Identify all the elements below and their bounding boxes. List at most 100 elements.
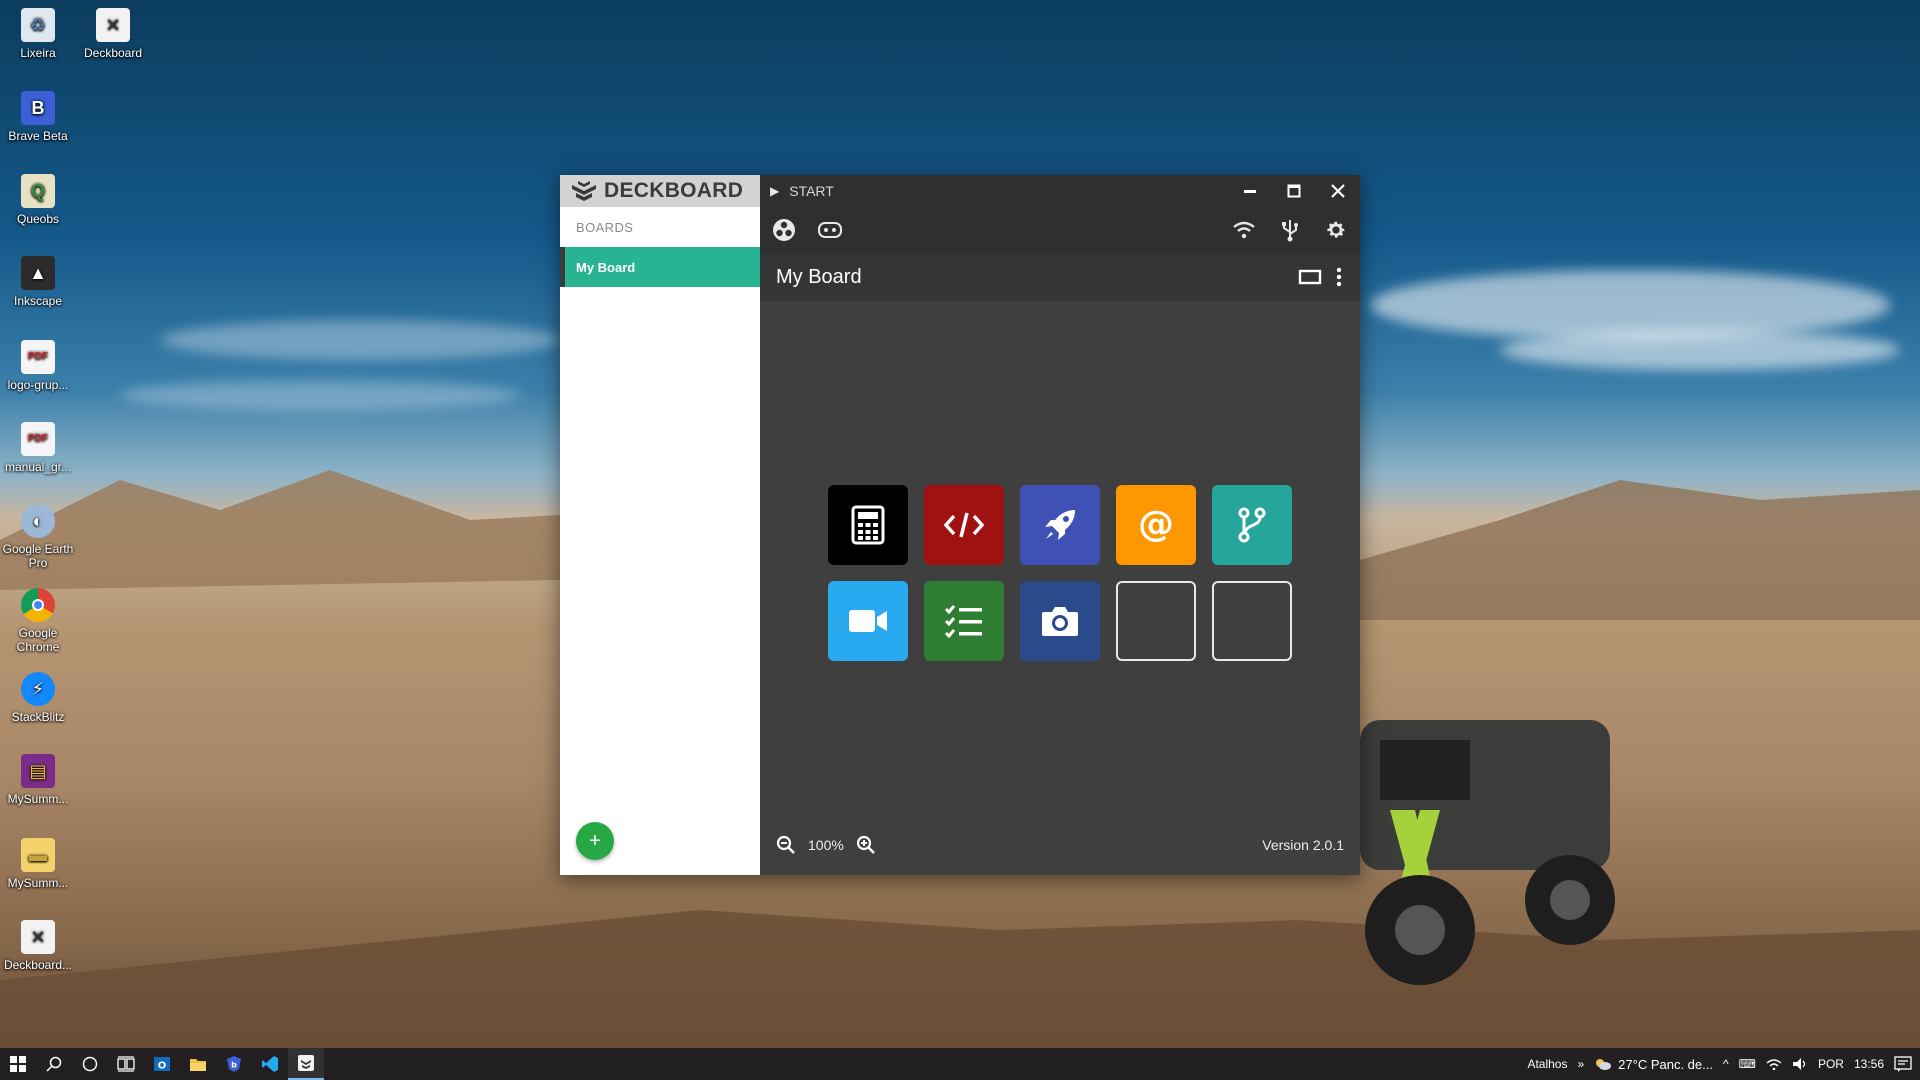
desktop-icon-brave[interactable]: B Brave Beta xyxy=(0,91,76,143)
winrar-icon: ▤ xyxy=(21,754,55,788)
brave-icon: B xyxy=(21,91,55,125)
stackblitz-icon: ⚡ xyxy=(21,672,55,706)
settings-button[interactable] xyxy=(1322,216,1350,244)
board-button-code[interactable] xyxy=(924,485,1004,565)
desktop-icon-queobs[interactable]: Q Queobs xyxy=(0,174,76,226)
desktop-icon-logo-pdf[interactable]: PDF logo-grup... xyxy=(0,340,76,392)
notifications-icon[interactable] xyxy=(1894,1056,1912,1072)
rocky-ground xyxy=(0,910,1920,1050)
desktop-icon-recycle-bin[interactable]: ♻ Lixeira xyxy=(0,8,76,60)
folder-icon xyxy=(190,1059,206,1071)
brand-name: DECKBOARD xyxy=(604,179,744,202)
wifi-signal-icon xyxy=(1233,221,1255,239)
vscode-icon xyxy=(262,1056,278,1072)
board-header-actions xyxy=(1298,267,1360,287)
desktop-icon-inkscape[interactable]: ▲ Inkscape xyxy=(0,256,76,308)
more-vert-icon[interactable] xyxy=(1336,267,1342,287)
pdf-icon: PDF xyxy=(21,422,55,456)
start-button[interactable] xyxy=(0,1048,36,1080)
desktop-icon-chrome[interactable]: Google Chrome xyxy=(0,588,76,654)
camera-icon xyxy=(1042,607,1078,636)
toolbar xyxy=(760,207,1360,253)
board-footer: 100% Version 2.0.1 xyxy=(760,815,1360,875)
main-panel: ▶ START My Board @ 100% Version 2.0.1 xyxy=(760,175,1360,875)
chevron-double-right-icon[interactable]: » xyxy=(1577,1057,1584,1071)
maximize-button[interactable] xyxy=(1272,175,1316,207)
deckboard-logo-icon xyxy=(572,181,596,201)
board-button-camera[interactable] xyxy=(1020,581,1100,661)
close-button[interactable] xyxy=(1316,175,1360,207)
desktop-icon-manual-pdf[interactable]: PDF manual_gr... xyxy=(0,422,76,474)
desktop-icon-deckboard-installer[interactable]: ✕ Deckboard... xyxy=(0,920,76,972)
cloud xyxy=(1500,330,1900,370)
deckboard-icon: ✕ xyxy=(96,8,130,42)
board-header: My Board xyxy=(760,253,1360,301)
cortana-button[interactable] xyxy=(72,1048,108,1080)
board-button-git[interactable] xyxy=(1212,485,1292,565)
desktop-icon-mysummit-folder[interactable]: ▬ MySumm... xyxy=(0,838,76,890)
taskbar-vscode[interactable] xyxy=(252,1048,288,1080)
board-button-empty[interactable] xyxy=(1212,581,1292,661)
video-camera-icon xyxy=(849,610,887,632)
desktop-icon-stackblitz[interactable]: ⚡ StackBlitz xyxy=(0,672,76,724)
outlook-icon: O xyxy=(154,1057,170,1072)
zoom-in-icon[interactable] xyxy=(856,835,876,855)
cloud-sun-icon xyxy=(1596,1059,1612,1070)
maximize-icon xyxy=(1287,184,1301,198)
fullscreen-icon[interactable] xyxy=(1298,269,1322,285)
desktop-icon-mysummit-rar[interactable]: ▤ MySumm... xyxy=(0,754,76,806)
board-button-video[interactable] xyxy=(828,581,908,661)
play-icon[interactable]: ▶ xyxy=(770,184,779,198)
task-view-button[interactable] xyxy=(108,1048,144,1080)
task-view-icon xyxy=(117,1056,135,1072)
title-bar: ▶ START xyxy=(760,175,1360,207)
desktop-icon-google-earth[interactable]: ◐ Google Earth Pro xyxy=(0,504,76,570)
taskbar-brave[interactable]: b xyxy=(216,1048,252,1080)
svg-text:b: b xyxy=(231,1061,237,1070)
git-branch-icon xyxy=(1238,507,1266,543)
sidebar: DECKBOARD BOARDS My Board + xyxy=(560,175,760,875)
taskbar-outlook[interactable]: O xyxy=(144,1048,180,1080)
sidebar-item-my-board[interactable]: My Board xyxy=(560,247,760,287)
gamepad-icon[interactable] xyxy=(816,216,844,244)
at-icon: @ xyxy=(1138,505,1174,545)
board-button-checklist[interactable] xyxy=(924,581,1004,661)
keyboard-icon[interactable]: ⌨ xyxy=(1739,1057,1756,1071)
code-icon xyxy=(944,512,984,538)
deckboard-icon: ✕ xyxy=(21,920,55,954)
boards-section-label: BOARDS xyxy=(576,219,634,235)
brand: DECKBOARD xyxy=(560,175,760,207)
taskbar-deckboard[interactable] xyxy=(288,1048,324,1080)
minimize-button[interactable] xyxy=(1228,175,1272,207)
desktop-icon-deckboard[interactable]: ✕ Deckboard xyxy=(75,8,151,60)
volume-icon[interactable] xyxy=(1792,1057,1808,1071)
board-button-empty[interactable] xyxy=(1116,581,1196,661)
chevron-up-icon[interactable]: ^ xyxy=(1723,1057,1729,1071)
taskbar-file-explorer[interactable] xyxy=(180,1048,216,1080)
gear-icon xyxy=(1327,221,1345,238)
start-label[interactable]: START xyxy=(789,183,834,199)
shortcuts-toolbar-label[interactable]: Atalhos xyxy=(1527,1057,1567,1071)
zoom-out-icon[interactable] xyxy=(776,835,796,855)
cloud xyxy=(120,380,520,410)
board-button-rocket[interactable] xyxy=(1020,485,1100,565)
windows-icon xyxy=(10,1056,26,1072)
system-tray: Atalhos » 27°C Panc. de... ^ ⌨ POR 13:56 xyxy=(1527,1056,1920,1072)
network-icon[interactable] xyxy=(1766,1058,1782,1070)
search-button[interactable] xyxy=(36,1048,72,1080)
language-indicator[interactable]: POR xyxy=(1818,1057,1844,1071)
obs-icon[interactable] xyxy=(770,216,798,244)
board-button-at[interactable]: @ xyxy=(1116,485,1196,565)
add-board-button[interactable]: + xyxy=(576,822,614,860)
clock[interactable]: 13:56 xyxy=(1854,1057,1884,1071)
cloud xyxy=(1370,270,1890,340)
close-icon xyxy=(1331,184,1345,198)
weather-text: 27°C Panc. de... xyxy=(1618,1056,1713,1072)
board-button-calculator[interactable] xyxy=(828,485,908,565)
window-controls xyxy=(1228,175,1360,207)
weather-widget[interactable]: 27°C Panc. de... xyxy=(1594,1057,1713,1072)
brave-icon: b xyxy=(227,1056,241,1072)
chrome-icon xyxy=(21,588,55,622)
wifi-icon[interactable] xyxy=(1230,216,1258,244)
usb-icon[interactable] xyxy=(1276,216,1304,244)
